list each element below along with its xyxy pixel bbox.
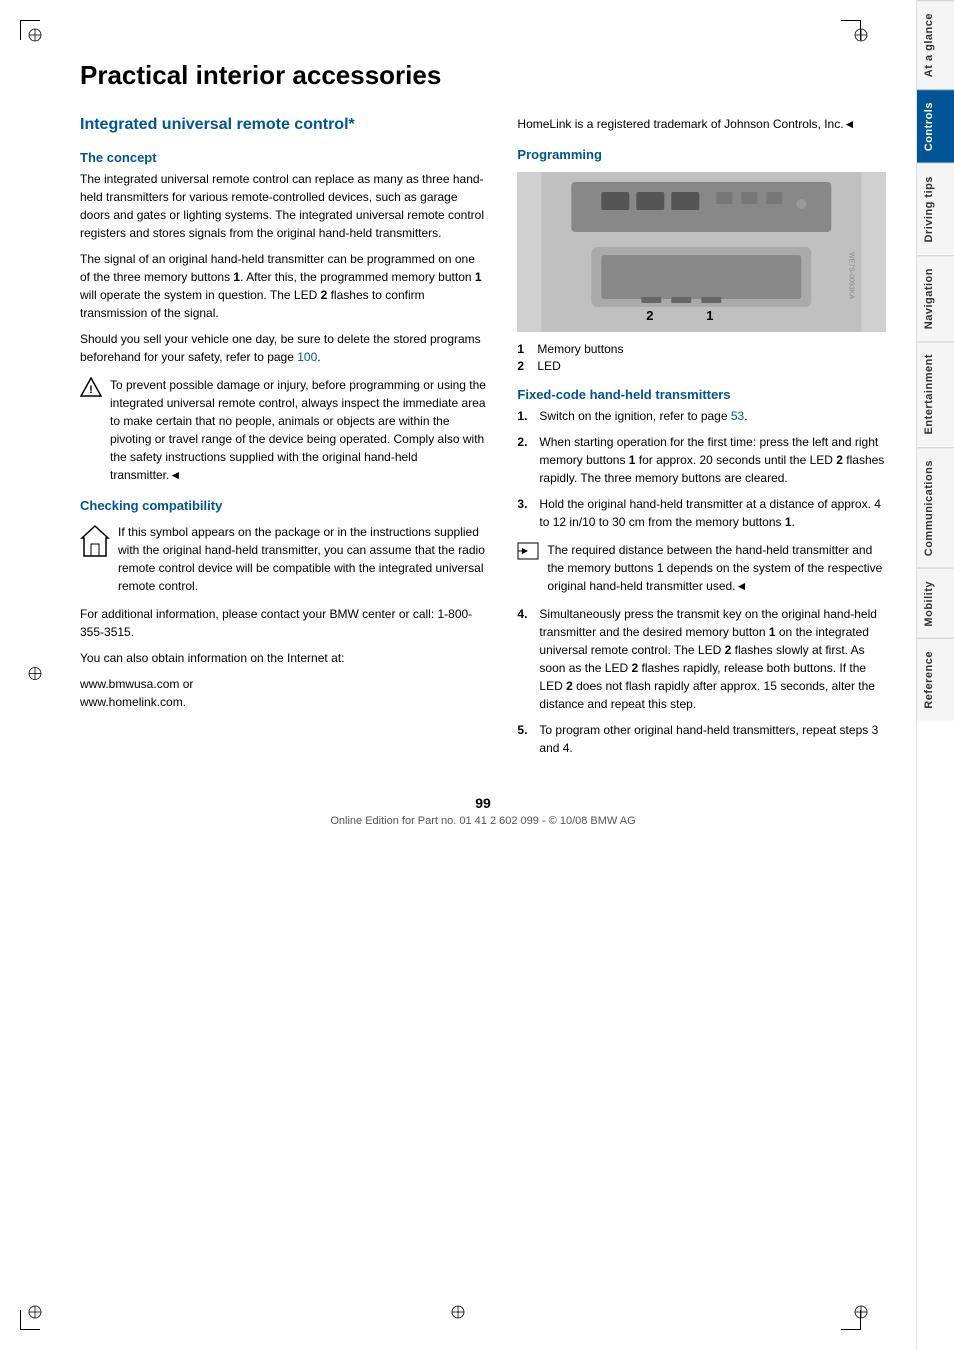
legend-label-2: LED	[537, 359, 560, 373]
legend-num-2: 2	[517, 359, 531, 373]
page-link-53[interactable]: 53	[731, 409, 744, 423]
fixed-code-steps: 1. Switch on the ignition, refer to page…	[517, 407, 886, 531]
legend-item-2: 2 LED	[517, 359, 886, 373]
main-content: Practical interior accessories Integrate…	[0, 0, 916, 1350]
section-title: Integrated universal remote control*	[80, 115, 487, 136]
legend-label-1: Memory buttons	[537, 342, 623, 356]
homelink-text: HomeLink is a registered trademark of Jo…	[517, 115, 886, 133]
left-column: Integrated universal remote control* The…	[80, 115, 487, 765]
warning-text: To prevent possible damage or injury, be…	[110, 376, 487, 484]
warning-icon: !	[80, 377, 102, 397]
step-text-3: Hold the original hand-held transmitter …	[539, 495, 886, 531]
step-4: 4. Simultaneously press the transmit key…	[517, 605, 886, 713]
sidebar-tab-reference[interactable]: Reference	[917, 638, 954, 721]
compat-box: If this symbol appears on the package or…	[80, 523, 487, 595]
programming-image: 2 1 WE7S-0093KA	[517, 172, 886, 332]
sidebar-tab-navigation[interactable]: Navigation	[917, 255, 954, 341]
concept-heading: The concept	[80, 150, 487, 165]
legend: 1 Memory buttons 2 LED	[517, 342, 886, 373]
page-number: 99	[80, 795, 886, 811]
page-title: Practical interior accessories	[80, 60, 886, 91]
crosshair-br	[854, 1305, 868, 1322]
compat-text: If this symbol appears on the package or…	[118, 523, 487, 595]
step-text-4: Simultaneously press the transmit key on…	[539, 605, 886, 713]
page-footer: 99 Online Edition for Part no. 01 41 2 6…	[80, 785, 886, 827]
sidebar: At a glance Controls Driving tips Naviga…	[916, 0, 954, 1350]
crosshair-bl	[28, 1305, 42, 1322]
step-num-2: 2.	[517, 433, 531, 487]
right-column: HomeLink is a registered trademark of Jo…	[517, 115, 886, 765]
step-num-4: 4.	[517, 605, 531, 713]
concept-para-3: Should you sell your vehicle one day, be…	[80, 330, 487, 366]
programming-heading: Programming	[517, 147, 886, 162]
sidebar-tab-mobility[interactable]: Mobility	[917, 568, 954, 639]
checking-para-1: For additional information, please conta…	[80, 605, 487, 641]
sidebar-tab-entertainment[interactable]: Entertainment	[917, 341, 954, 446]
prog-img-inner: 2 1 WE7S-0093KA	[517, 172, 886, 332]
step-text-5: To program other original hand-held tran…	[539, 721, 886, 757]
crosshair-tr	[854, 28, 868, 45]
sidebar-tab-communications[interactable]: Communications	[917, 447, 954, 568]
crosshair-ml	[28, 667, 42, 684]
step-2: 2. When starting operation for the first…	[517, 433, 886, 487]
step-num-1: 1.	[517, 407, 531, 425]
checking-heading: Checking compatibility	[80, 498, 487, 513]
footer-text: Online Edition for Part no. 01 41 2 602 …	[330, 815, 635, 827]
two-column-layout: Integrated universal remote control* The…	[80, 115, 886, 765]
svg-text:!: !	[89, 384, 93, 396]
step-1: 1. Switch on the ignition, refer to page…	[517, 407, 886, 425]
legend-num-1: 1	[517, 342, 531, 356]
warning-box: ! To prevent possible damage or injury, …	[80, 376, 487, 484]
sidebar-tab-driving-tips[interactable]: Driving tips	[917, 163, 954, 255]
svg-text:WE7S-0093KA: WE7S-0093KA	[848, 252, 855, 299]
sidebar-tab-at-a-glance[interactable]: At a glance	[917, 0, 954, 89]
checking-para-2: You can also obtain information on the I…	[80, 649, 487, 667]
crosshair-bc	[451, 1305, 465, 1322]
fixed-code-steps-continued: 4. Simultaneously press the transmit key…	[517, 605, 886, 757]
note-step3: The required distance between the hand-h…	[517, 541, 886, 595]
checking-para-3: www.bmwusa.com orwww.homelink.com.	[80, 675, 487, 711]
note-text-step3: The required distance between the hand-h…	[547, 541, 886, 595]
step-num-5: 5.	[517, 721, 531, 757]
step-num-3: 3.	[517, 495, 531, 531]
fixed-code-heading: Fixed-code hand-held transmitters	[517, 387, 886, 402]
step-text-2: When starting operation for the first ti…	[539, 433, 886, 487]
svg-text:2: 2	[647, 308, 654, 323]
step-text-1: Switch on the ignition, refer to page 53…	[539, 407, 886, 425]
concept-para-1: The integrated universal remote control …	[80, 170, 487, 242]
step-3: 3. Hold the original hand-held transmitt…	[517, 495, 886, 531]
step-5: 5. To program other original hand-held t…	[517, 721, 886, 757]
crosshair-tl	[28, 28, 42, 45]
legend-item-1: 1 Memory buttons	[517, 342, 886, 356]
svg-text:1: 1	[707, 308, 714, 323]
sidebar-tab-controls[interactable]: Controls	[917, 89, 954, 163]
homelink-compat-icon	[80, 524, 110, 595]
concept-para-2: The signal of an original hand-held tran…	[80, 250, 487, 322]
note-icon	[517, 542, 539, 595]
